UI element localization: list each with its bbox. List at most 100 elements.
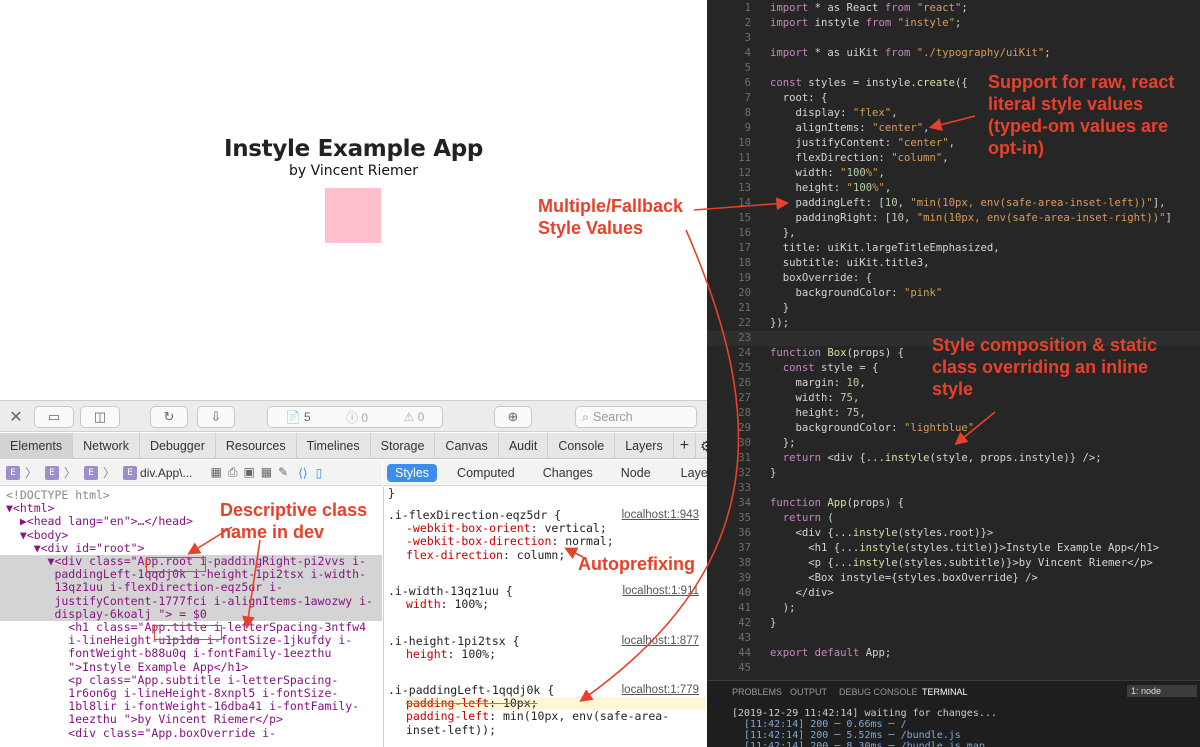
code-line[interactable]: 26 margin: 10, bbox=[707, 376, 1200, 391]
css-declaration[interactable]: width: 100%; bbox=[406, 598, 707, 611]
code-line[interactable]: 39 <Box instyle={styles.boxOverride} /> bbox=[707, 571, 1200, 586]
add-tab-icon[interactable]: + bbox=[674, 433, 697, 459]
undock-button[interactable]: ▭ bbox=[34, 406, 74, 428]
tab-problems[interactable]: PROBLEMS bbox=[732, 687, 782, 697]
code-line[interactable]: 24 function Box(props) { bbox=[707, 346, 1200, 361]
element-icon[interactable]: E bbox=[45, 465, 60, 480]
code-line[interactable]: 3 bbox=[707, 31, 1200, 46]
tab-layers[interactable]: Layers bbox=[615, 433, 674, 459]
breadcrumb-current[interactable]: div.App\... bbox=[140, 466, 192, 480]
dock-side-button[interactable]: ◫ bbox=[80, 406, 120, 428]
code-line[interactable]: 1 import * as React from "react"; bbox=[707, 1, 1200, 16]
code-line[interactable]: 23 bbox=[707, 331, 1200, 346]
grid-icon[interactable]: ▦⎙▣▦✎ bbox=[211, 465, 295, 480]
code-line[interactable]: 41 ); bbox=[707, 601, 1200, 616]
tab-timelines[interactable]: Timelines bbox=[297, 433, 371, 459]
gear-icon[interactable]: ⚙ bbox=[696, 433, 707, 459]
tab-audit[interactable]: Audit bbox=[499, 433, 549, 459]
code-line[interactable]: 43 bbox=[707, 631, 1200, 646]
code-line[interactable]: 4 import * as uiKit from "./typography/ui… bbox=[707, 46, 1200, 61]
code-line[interactable]: 37 <h1 {...instyle(styles.title)}>Instyl… bbox=[707, 541, 1200, 556]
code-line[interactable]: 33 bbox=[707, 481, 1200, 496]
code-line[interactable]: 14 paddingLeft: [10, "min(10px, env(safe… bbox=[707, 196, 1200, 211]
code-line[interactable]: 35 return ( bbox=[707, 511, 1200, 526]
code-line[interactable]: 34 function App(props) { bbox=[707, 496, 1200, 511]
dom-node[interactable]: ">Instyle Example App</h1> bbox=[0, 660, 382, 674]
code-line[interactable]: 18 subtitle: uiKit.title3, bbox=[707, 256, 1200, 271]
code-line[interactable]: 38 <p {...instyle(styles.subtitle)}>by V… bbox=[707, 556, 1200, 571]
css-rule-source-link[interactable]: localhost:1:877 bbox=[622, 635, 699, 648]
code-line[interactable]: 32} bbox=[707, 466, 1200, 481]
download-button[interactable]: ⇩ bbox=[197, 406, 235, 428]
code-line[interactable]: 5 bbox=[707, 61, 1200, 76]
dom-node[interactable]: fontWeight-b88u0q i-fontFamily-1eezthu bbox=[0, 647, 382, 660]
css-declaration[interactable]: inset-left)); bbox=[406, 723, 707, 737]
terminal-select[interactable]: 1: node bbox=[1127, 685, 1197, 697]
tab-storage[interactable]: Storage bbox=[371, 433, 436, 459]
tab-elements[interactable]: Elements bbox=[0, 433, 74, 459]
dom-node[interactable]: 13qz1uu i-flexDirection-eqz5dr i- bbox=[0, 581, 382, 595]
code-line[interactable]: 10 justifyContent: "center", bbox=[707, 136, 1200, 151]
css-rule-source-link[interactable]: localhost:1:779 bbox=[622, 684, 699, 697]
tab-network[interactable]: Network bbox=[73, 433, 140, 459]
search-field[interactable]: ⌕ Search bbox=[575, 406, 697, 428]
tab-computed[interactable]: Computed bbox=[449, 464, 523, 482]
dom-node[interactable]: ▶<head lang="en">…</head> bbox=[0, 515, 382, 528]
doctype-node[interactable]: <!DOCTYPE html> bbox=[0, 488, 382, 502]
code-line[interactable]: 22}); bbox=[707, 316, 1200, 331]
close-icon[interactable]: ✕ bbox=[6, 406, 26, 428]
css-rule-source-link[interactable]: localhost:1:911 bbox=[622, 585, 699, 598]
css-declaration[interactable]: height: 100%; bbox=[406, 648, 707, 661]
code-line[interactable]: 20 backgroundColor: "pink" bbox=[707, 286, 1200, 301]
css-declaration[interactable]: padding-left: min(10px, env(safe-area- bbox=[406, 710, 707, 723]
code-line[interactable]: 17 title: uiKit.largeTitleEmphasized, bbox=[707, 241, 1200, 256]
code-line[interactable]: 45 bbox=[707, 661, 1200, 676]
code-line[interactable]: 13 height: "100%", bbox=[707, 181, 1200, 196]
dom-node[interactable]: justifyContent-1777fci i-alignItems-1awo… bbox=[0, 594, 382, 608]
reload-button[interactable]: ↻ bbox=[150, 406, 188, 428]
dom-node[interactable]: <div class="App.boxOverride i- bbox=[0, 726, 382, 740]
element-icon[interactable]: E bbox=[6, 465, 20, 480]
code-line[interactable]: 29 backgroundColor: "lightblue" bbox=[707, 421, 1200, 436]
code-line[interactable]: 31 return <div {...instyle(style, props.… bbox=[707, 451, 1200, 466]
tab-canvas[interactable]: Canvas bbox=[435, 433, 499, 459]
sidebar-toggle-icon[interactable]: ▯ bbox=[316, 466, 323, 480]
braces-icon[interactable]: ⟨⟩ bbox=[298, 466, 307, 480]
code-line[interactable]: 8 display: "flex", bbox=[707, 106, 1200, 121]
element-icon[interactable]: E bbox=[123, 465, 138, 480]
activity-viewer[interactable]: 📄 5 ⓘ 0 ⚠ 0 bbox=[267, 406, 443, 428]
code-line[interactable]: 9 alignItems: "center", bbox=[707, 121, 1200, 136]
code-line[interactable]: 30 }; bbox=[707, 436, 1200, 451]
code-line[interactable]: 7 root: { bbox=[707, 91, 1200, 106]
tab-debugger[interactable]: Debugger bbox=[140, 433, 216, 459]
dom-node[interactable]: 1eezthu ">by Vincent Riemer</p> bbox=[0, 713, 382, 726]
code-line[interactable]: 44 export default App; bbox=[707, 646, 1200, 661]
tab-output[interactable]: OUTPUT bbox=[790, 687, 827, 697]
code-editor[interactable]: 1 import * as React from "react"; 2 import … bbox=[707, 0, 1200, 680]
code-line[interactable]: 25 const style = { bbox=[707, 361, 1200, 376]
tab-layers-sidebar[interactable]: Layers bbox=[673, 464, 707, 482]
tab-terminal[interactable]: TERMINAL bbox=[922, 687, 968, 697]
tab-node[interactable]: Node bbox=[613, 464, 659, 482]
element-icon[interactable]: E bbox=[84, 465, 99, 480]
element-picker-button[interactable]: ⊕ bbox=[494, 406, 532, 428]
code-line[interactable]: 16 }, bbox=[707, 226, 1200, 241]
dom-node[interactable]: ▼<body> bbox=[0, 528, 382, 542]
tab-resources[interactable]: Resources bbox=[216, 433, 297, 459]
code-line[interactable]: 27 width: 75, bbox=[707, 391, 1200, 406]
code-line[interactable]: 36 <div {...instyle(styles.root)}> bbox=[707, 526, 1200, 541]
code-line[interactable]: 19 boxOverride: { bbox=[707, 271, 1200, 286]
code-line[interactable]: 2 import instyle from "instyle"; bbox=[707, 16, 1200, 31]
tab-console[interactable]: Console bbox=[548, 433, 616, 459]
code-line[interactable]: 42} bbox=[707, 616, 1200, 631]
css-rule-source-link[interactable]: localhost:1:943 bbox=[622, 509, 699, 522]
code-line[interactable]: 12 width: "100%", bbox=[707, 166, 1200, 181]
tab-styles[interactable]: Styles bbox=[387, 463, 438, 482]
tab-changes[interactable]: Changes bbox=[535, 464, 601, 482]
code-line[interactable]: 40 </div> bbox=[707, 586, 1200, 601]
code-line[interactable]: 21 } bbox=[707, 301, 1200, 316]
code-line[interactable]: 28 height: 75, bbox=[707, 406, 1200, 421]
css-declaration[interactable]: flex-direction: column; bbox=[406, 548, 707, 562]
tab-debug-console[interactable]: DEBUG CONSOLE bbox=[839, 687, 918, 697]
code-line[interactable]: 6 const styles = instyle.create({ bbox=[707, 76, 1200, 91]
